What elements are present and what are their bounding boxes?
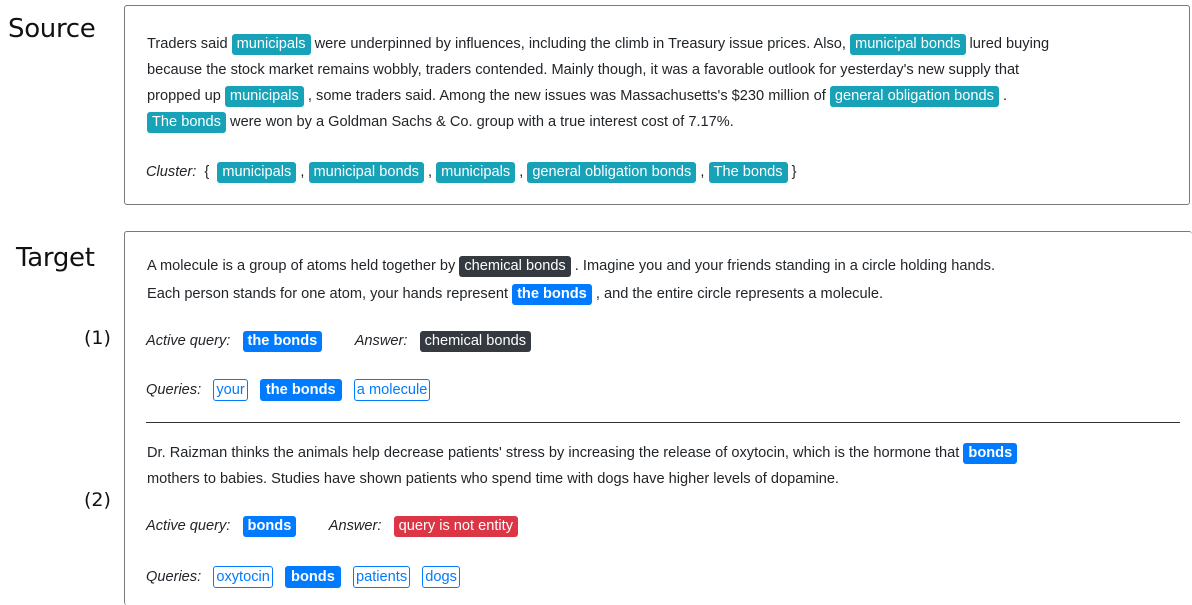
query-option-chip[interactable]: your: [213, 379, 248, 401]
example-2-queries-row: Queries: oxytocin bonds patients dogs: [146, 566, 460, 588]
cluster-chip[interactable]: municipals: [436, 162, 516, 183]
cluster-chip[interactable]: municipal bonds: [308, 162, 424, 183]
source-line-1: Traders said municipals were underpinned…: [147, 31, 1049, 57]
example-text: Each person stands for one atom, your ha…: [147, 286, 513, 302]
cluster-open-brace: {: [204, 164, 210, 180]
active-query-chip[interactable]: bonds: [242, 516, 297, 537]
mention-chip[interactable]: municipals: [224, 86, 304, 107]
cluster-separator: ,: [300, 164, 305, 180]
example-text: , and the entire circle represents a mol…: [591, 286, 884, 302]
example-2-line-2: mothers to babies. Studies have shown pa…: [147, 471, 839, 487]
source-paragraph: Traders said municipals were underpinned…: [147, 31, 1049, 135]
cluster-label: Cluster:: [146, 164, 197, 180]
cluster-separator: ,: [428, 164, 433, 180]
source-text: .: [998, 88, 1007, 104]
example-1-active-query-row: Active query: the bonds Answer: chemical…: [146, 331, 531, 352]
mention-chip[interactable]: municipal bonds: [850, 34, 966, 55]
query-option-chip-selected[interactable]: bonds: [285, 566, 341, 588]
source-line-4: The bonds were won by a Goldman Sachs & …: [147, 109, 1049, 135]
example-1-label: (1): [84, 327, 111, 349]
mention-chip[interactable]: municipals: [231, 34, 311, 55]
queries-label: Queries:: [146, 569, 202, 585]
example-text: A molecule is a group of atoms held toge…: [147, 258, 460, 274]
query-option-chip[interactable]: a molecule: [353, 379, 431, 401]
example-2-paragraph: Dr. Raizman thinks the animals help decr…: [147, 440, 1018, 492]
source-text: , some traders said. Among the new issue…: [303, 88, 830, 104]
source-line-2: because the stock market remains wobbly,…: [147, 62, 1020, 78]
queries-label: Queries:: [146, 382, 202, 398]
answer-label: Answer:: [354, 333, 408, 349]
example-2-active-query-row: Active query: bonds Answer: query is not…: [146, 516, 519, 537]
active-query-label: Active query:: [146, 333, 231, 349]
answer-chip[interactable]: query is not entity: [393, 516, 519, 537]
example-1-paragraph: A molecule is a group of atoms held toge…: [147, 253, 995, 307]
cluster-close-brace: }: [791, 164, 797, 180]
active-query-label: Active query:: [146, 518, 231, 534]
example-divider: [146, 422, 1180, 423]
answer-label: Answer:: [328, 518, 382, 534]
cluster-chip[interactable]: general obligation bonds: [527, 162, 697, 183]
example-2-label: (2): [84, 489, 111, 511]
active-query-chip[interactable]: the bonds: [242, 331, 323, 352]
cluster-separator: ,: [700, 164, 705, 180]
query-option-chip[interactable]: patients: [353, 566, 411, 588]
source-text: Traders said: [147, 36, 232, 52]
example-1-queries-row: Queries: your the bonds a molecule: [146, 379, 431, 401]
cluster-chip[interactable]: The bonds: [708, 162, 788, 183]
target-panel: A molecule is a group of atoms held toge…: [124, 231, 1192, 605]
source-panel: Traders said municipals were underpinned…: [124, 5, 1190, 205]
mention-chip[interactable]: general obligation bonds: [829, 86, 999, 107]
source-text: propped up: [147, 88, 225, 104]
query-option-chip-selected[interactable]: the bonds: [259, 379, 342, 401]
query-option-chip[interactable]: oxytocin: [213, 566, 273, 588]
example-1-line-1: A molecule is a group of atoms held toge…: [147, 253, 995, 279]
cluster-separator: ,: [519, 164, 524, 180]
query-chip[interactable]: the bonds: [512, 284, 592, 305]
source-text: were underpinned by influences, includin…: [310, 36, 851, 52]
source-line-3: propped up municipals , some traders sai…: [147, 83, 1049, 109]
mention-chip[interactable]: The bonds: [147, 112, 226, 133]
example-2-line-1: Dr. Raizman thinks the animals help decr…: [147, 440, 1018, 466]
example-1-line-2: Each person stands for one atom, your ha…: [147, 281, 995, 307]
target-label: Target: [16, 243, 95, 273]
cluster-row: Cluster: { municipals , municipal bonds …: [146, 162, 796, 183]
example-text: Dr. Raizman thinks the animals help decr…: [147, 445, 964, 461]
example-text: . Imagine you and your friends standing …: [570, 258, 996, 274]
query-chip[interactable]: bonds: [963, 443, 1018, 464]
answer-chip[interactable]: chemical bonds: [419, 331, 531, 352]
cluster-chip[interactable]: municipals: [217, 162, 297, 183]
source-text: lured buying: [965, 36, 1050, 52]
answer-chip[interactable]: chemical bonds: [459, 256, 571, 277]
source-text: were won by a Goldman Sachs & Co. group …: [225, 114, 734, 130]
query-option-chip[interactable]: dogs: [422, 566, 460, 588]
source-label: Source: [8, 14, 96, 44]
